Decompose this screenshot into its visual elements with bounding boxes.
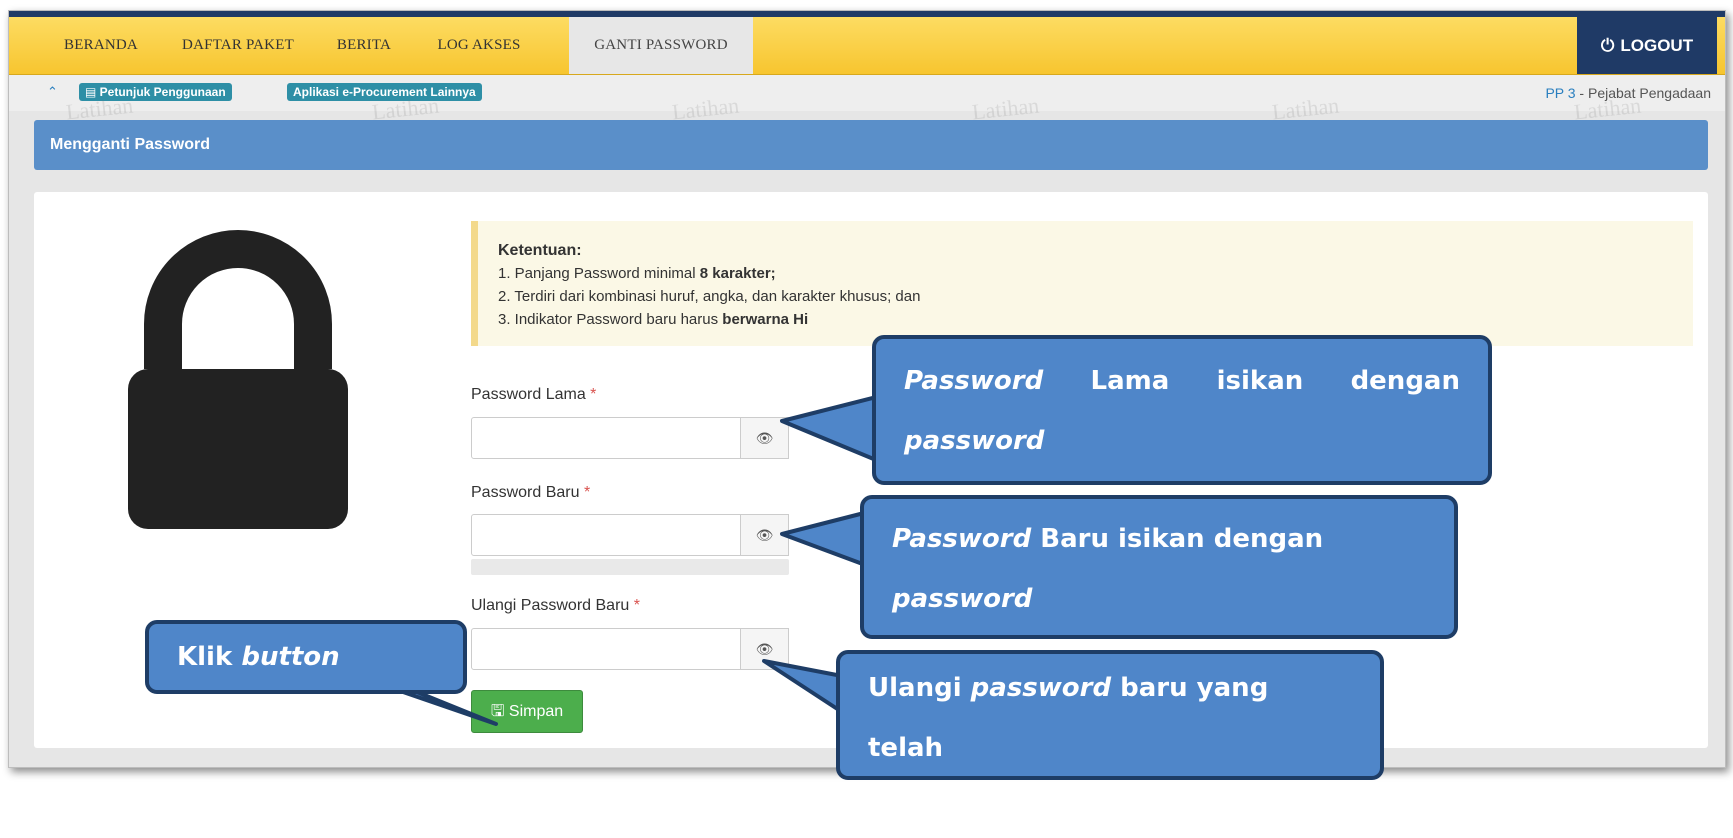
rules-box: Ketentuan: 1. Panjang Password minimal 8… (471, 221, 1693, 346)
required-mark: * (633, 597, 640, 614)
callout-old-text1: Lama isikan dengan (1043, 366, 1460, 396)
new-password-label-text: Password Baru (471, 484, 580, 501)
callout-save-italic1: button (241, 642, 340, 672)
new-password-label: Password Baru * (471, 484, 590, 502)
rule-3: 3. Indikator Password baru harus berwarn… (498, 308, 1693, 331)
eye-icon: 👁 (755, 527, 774, 543)
logout-label: LOGOUT (1620, 36, 1694, 55)
eye-icon: 👁 (755, 641, 774, 657)
chevron-up-icon[interactable]: ⌃ (47, 84, 58, 100)
repeat-password-input[interactable] (471, 628, 741, 670)
callout-old-password: Password Lama isikan dengan password lam… (872, 335, 1492, 516)
nav-berita[interactable]: BERITA (327, 17, 401, 74)
callout-new-text1: Baru isikan dengan (1031, 524, 1324, 554)
rule-3-bold: berwarna Hi (722, 311, 809, 328)
old-password-input[interactable] (471, 417, 741, 459)
callout-repeat-line1: Ulangi password baru yang telah (868, 658, 1352, 778)
required-mark: * (583, 484, 591, 501)
save-label: Simpan (508, 703, 564, 720)
rule-3-text: 3. Indikator Password baru harus (498, 311, 723, 328)
nav-log-akses[interactable]: LOG AKSES (427, 17, 531, 74)
callout-new-line1: Password Baru isikan dengan password (892, 509, 1426, 629)
lock-icon (128, 230, 348, 529)
callout-old-line1: Password Lama isikan dengan password (904, 351, 1460, 471)
rule-2: 2. Terdiri dari kombinasi huruf, angka, … (498, 288, 921, 305)
old-password-label-text: Password Lama (471, 386, 586, 403)
nav-ganti-password[interactable]: GANTI PASSWORD (569, 17, 753, 74)
new-password-toggle[interactable]: 👁 (741, 514, 789, 556)
nav-beranda[interactable]: BERANDA (49, 17, 153, 74)
rule-1-text: 1. Panjang Password minimal (498, 265, 700, 282)
old-password-toggle[interactable]: 👁 (741, 417, 789, 459)
callout-new-italic2: password (892, 584, 1033, 614)
top-navbar: BERANDA DAFTAR PAKET BERITA LOG AKSES GA… (9, 17, 1725, 75)
password-strength-indicator (471, 559, 789, 575)
new-password-input[interactable] (471, 514, 741, 556)
callout-repeat-text0: Ulangi (868, 673, 971, 703)
rules-title: Ketentuan: (498, 242, 582, 259)
eye-icon: 👁 (755, 430, 774, 446)
panel-title: Mengganti Password (34, 120, 1708, 170)
nav-daftar-paket[interactable]: DAFTAR PAKET (175, 17, 301, 74)
callout-repeat-line2: diisikan pada kolom sebelumnya (868, 793, 1347, 823)
callout-old-italic1: Password (904, 366, 1044, 396)
logout-button[interactable]: ⏻ LOGOUT (1577, 17, 1717, 74)
callout-new-italic1: Password (892, 524, 1032, 554)
callout-save: Klik button simpan (145, 620, 467, 738)
callout-new-password: Password Baru isikan dengan password bar… (860, 495, 1458, 674)
old-password-label: Password Lama * (471, 386, 596, 404)
callout-repeat-password: Ulangi password baru yang telah diisikan… (836, 650, 1384, 823)
power-icon: ⏻ (1600, 36, 1615, 55)
save-button[interactable]: 🖫 Simpan (471, 690, 583, 733)
floppy-disk-icon: 🖫 (490, 703, 509, 720)
callout-old-italic2: password (904, 426, 1045, 456)
aplikasi-lainnya-label: Aplikasi e-Procurement Lainnya (293, 85, 476, 99)
sub-toolbar: ⌃ ▤ Petunjuk Penggunaan Aplikasi e-Procu… (9, 75, 1725, 111)
required-mark: * (590, 386, 597, 403)
role-code[interactable]: PP 3 (1545, 85, 1575, 101)
rule-1-bold: 8 karakter; (699, 265, 776, 282)
callout-save-text0: Klik (177, 642, 242, 672)
repeat-password-toggle[interactable]: 👁 (741, 628, 789, 670)
rule-1: 1. Panjang Password minimal 8 karakter; (498, 262, 1693, 285)
repeat-password-label: Ulangi Password Baru * (471, 597, 640, 615)
callout-save-text1: simpan (177, 708, 284, 738)
callout-repeat-italic1: password (970, 673, 1112, 703)
repeat-password-label-text: Ulangi Password Baru (471, 597, 630, 614)
